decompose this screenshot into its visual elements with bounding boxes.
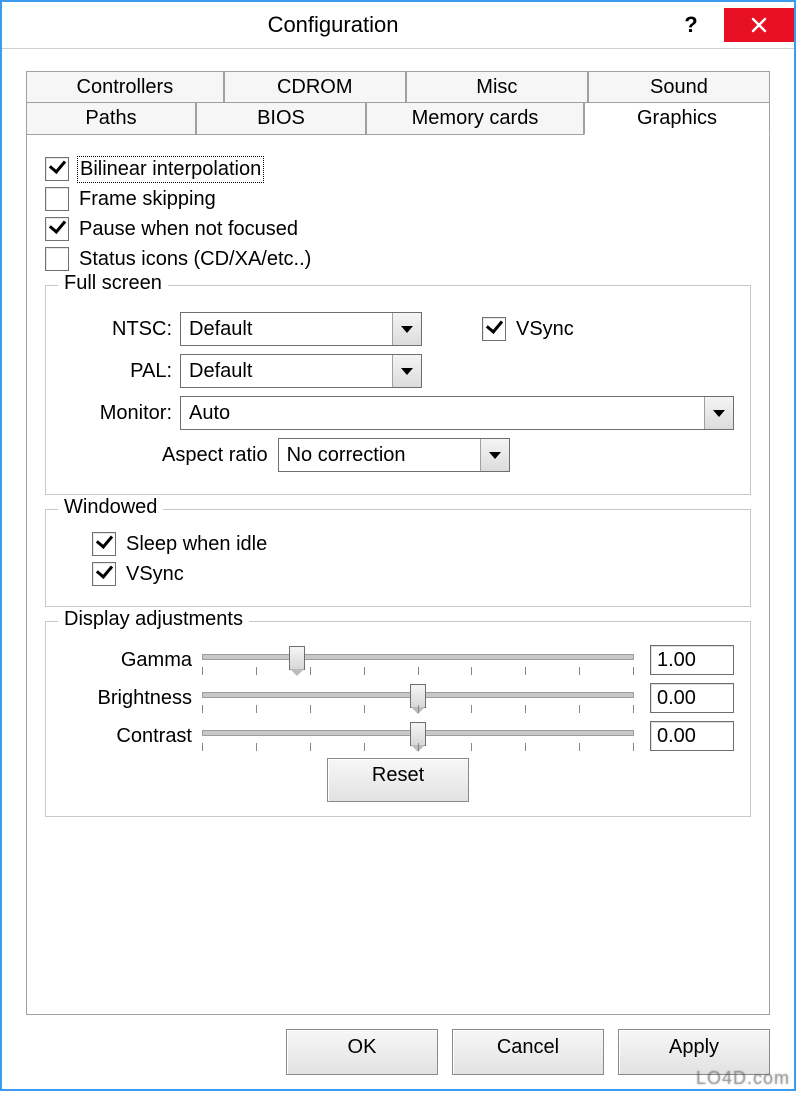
checkbox-frame-skipping[interactable]: [45, 187, 69, 211]
group-windowed: Windowed Sleep when idle VSync: [45, 509, 751, 607]
reset-button[interactable]: Reset: [327, 758, 469, 802]
chevron-down-icon: [705, 397, 733, 429]
label-frame-skipping: Frame skipping: [79, 188, 216, 211]
client-area: Controllers CDROM Misc Sound Paths BIOS …: [2, 49, 794, 1089]
value-gamma[interactable]: 1.00: [650, 645, 734, 675]
tab-misc[interactable]: Misc: [406, 71, 588, 103]
legend-windowed: Windowed: [58, 496, 163, 519]
dropdown-aspect-ratio[interactable]: No correction: [278, 438, 510, 472]
label-fs-vsync: VSync: [516, 318, 574, 341]
label-win-vsync: VSync: [126, 563, 184, 586]
label-brightness: Brightness: [62, 687, 202, 710]
tab-memory-cards[interactable]: Memory cards: [366, 102, 584, 135]
configuration-dialog: Configuration ? Controllers CDROM Misc S…: [0, 0, 796, 1091]
dropdown-ntsc[interactable]: Default: [180, 312, 422, 346]
checkbox-fs-vsync[interactable]: [482, 317, 506, 341]
group-display-adjustments: Display adjustments Gamma 1.00 Brightnes…: [45, 621, 751, 817]
chevron-down-icon: [393, 355, 421, 387]
cancel-button[interactable]: Cancel: [452, 1029, 604, 1075]
label-monitor: Monitor:: [62, 402, 180, 425]
label-pause-unfocused: Pause when not focused: [79, 218, 298, 241]
label-contrast: Contrast: [62, 725, 202, 748]
tab-cdrom[interactable]: CDROM: [224, 71, 406, 103]
dropdown-pal-value: Default: [181, 355, 393, 387]
slider-brightness[interactable]: [202, 680, 634, 716]
chevron-down-icon: [481, 439, 509, 471]
dropdown-ntsc-value: Default: [181, 313, 393, 345]
ok-button[interactable]: OK: [286, 1029, 438, 1075]
checkbox-status-icons[interactable]: [45, 247, 69, 271]
label-bilinear: Bilinear interpolation: [79, 158, 262, 181]
label-gamma: Gamma: [62, 649, 202, 672]
tab-panel-graphics: Bilinear interpolation Frame skipping Pa…: [26, 134, 770, 1015]
value-contrast[interactable]: 0.00: [650, 721, 734, 751]
close-icon: [751, 17, 767, 33]
slider-gamma[interactable]: [202, 642, 634, 678]
dialog-buttons: OK Cancel Apply: [26, 1015, 770, 1075]
tab-controllers[interactable]: Controllers: [26, 71, 224, 103]
checkbox-pause-unfocused[interactable]: [45, 217, 69, 241]
window-title: Configuration: [2, 12, 664, 38]
label-pal: PAL:: [62, 360, 180, 383]
tab-sound[interactable]: Sound: [588, 71, 770, 103]
help-button[interactable]: ?: [664, 8, 718, 42]
label-sleep-idle: Sleep when idle: [126, 533, 267, 556]
checkbox-bilinear[interactable]: [45, 157, 69, 181]
checkbox-win-vsync[interactable]: [92, 562, 116, 586]
close-button[interactable]: [724, 8, 794, 42]
checkbox-sleep-idle[interactable]: [92, 532, 116, 556]
label-status-icons: Status icons (CD/XA/etc..): [79, 248, 311, 271]
dropdown-aspect-value: No correction: [279, 439, 481, 471]
dropdown-monitor[interactable]: Auto: [180, 396, 734, 430]
legend-fullscreen: Full screen: [58, 272, 168, 295]
group-fullscreen: Full screen NTSC: Default VSync PAL: Def…: [45, 285, 751, 495]
chevron-down-icon: [393, 313, 421, 345]
tab-graphics[interactable]: Graphics: [584, 102, 770, 135]
legend-display: Display adjustments: [58, 608, 249, 631]
label-ntsc: NTSC:: [62, 318, 180, 341]
titlebar: Configuration ?: [2, 2, 794, 49]
label-aspect-ratio: Aspect ratio: [162, 444, 278, 467]
slider-contrast[interactable]: [202, 718, 634, 754]
dropdown-monitor-value: Auto: [181, 397, 705, 429]
tab-strip: Controllers CDROM Misc Sound Paths BIOS …: [26, 71, 770, 135]
tab-bios[interactable]: BIOS: [196, 102, 366, 135]
value-brightness[interactable]: 0.00: [650, 683, 734, 713]
tab-paths[interactable]: Paths: [26, 102, 196, 135]
watermark: LO4D.com: [696, 1068, 790, 1089]
dropdown-pal[interactable]: Default: [180, 354, 422, 388]
